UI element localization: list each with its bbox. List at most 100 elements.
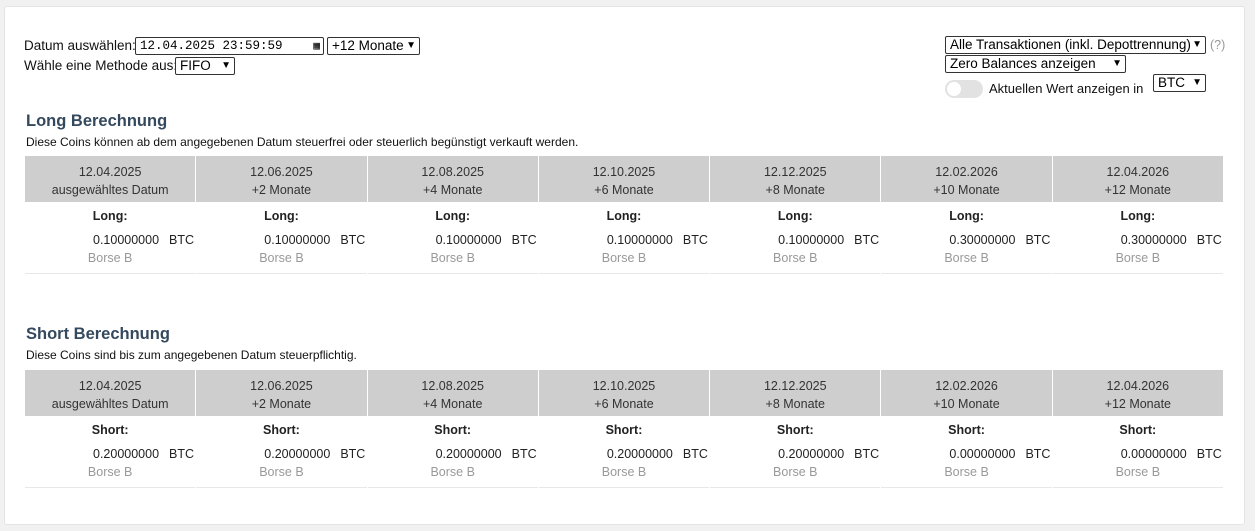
- short-cell: Short: 0.20000000 BTC Borse B: [367, 416, 538, 488]
- short-label: Short:: [776, 423, 814, 437]
- column-date: 12.08.2025: [421, 379, 484, 393]
- long-amount: 0.10000000 BTC: [264, 233, 365, 247]
- amount-unit: BTC: [682, 447, 708, 461]
- column-header: 12.04.2026 +12 Monate: [1053, 370, 1223, 416]
- chevron-down-icon: ▼: [406, 40, 416, 51]
- column-header: 12.12.2025 +8 Monate: [710, 370, 882, 416]
- amount-unit: BTC: [1196, 233, 1222, 247]
- column-offset: +6 Monate: [594, 183, 654, 197]
- amount-value: 0.10000000: [93, 233, 160, 247]
- short-cell: Short: 0.20000000 BTC Borse B: [25, 416, 196, 488]
- long-table-row: Long: 0.10000000 BTC Borse B Long: 0.10000000…: [25, 202, 1223, 274]
- short-cell: Short: 0.20000000 BTC Borse B: [196, 416, 367, 488]
- long-section-description: Diese Coins können ab dem angegebenen Da…: [26, 135, 579, 149]
- column-date: 12.06.2025: [250, 379, 313, 393]
- long-cell: Long: 0.10000000 BTC Borse B: [710, 202, 881, 274]
- long-cell: Long: 0.10000000 BTC Borse B: [25, 202, 196, 274]
- long-cell: Long: 0.10000000 BTC Borse B: [196, 202, 367, 274]
- long-table-header: 12.04.2025 ausgewähltes Datum 12.06.2025 +2…: [25, 156, 1223, 202]
- long-table: 12.04.2025 ausgewähltes Datum 12.06.2025 +2…: [25, 156, 1223, 274]
- long-label: Long:: [435, 209, 471, 223]
- exchange-name: Borse B: [773, 465, 818, 479]
- currency-select-value: BTC: [1158, 75, 1185, 90]
- amount-value: 0.20000000: [778, 447, 845, 461]
- amount-unit: BTC: [1196, 447, 1222, 461]
- exchange-name: Borse B: [430, 465, 475, 479]
- long-amount: 0.30000000 BTC: [949, 233, 1050, 247]
- short-table: 12.04.2025 ausgewähltes Datum 12.06.2025 +2…: [25, 370, 1223, 488]
- amount-value: 0.20000000: [93, 447, 160, 461]
- column-date: 12.04.2026: [1106, 379, 1170, 393]
- column-date: 12.02.2026: [935, 379, 998, 393]
- amount-value: 0.20000000: [606, 447, 673, 461]
- date-input-value: 12.04.2025 23:59:59: [140, 39, 283, 53]
- column-offset: +10 Monate: [933, 183, 1000, 197]
- amount-unit: BTC: [1025, 447, 1051, 461]
- column-offset: +6 Monate: [594, 397, 654, 411]
- amount-unit: BTC: [511, 233, 537, 247]
- column-date: 12.12.2025: [763, 379, 827, 393]
- short-label: Short:: [263, 423, 300, 437]
- short-amount: 0.00000000 BTC: [949, 447, 1050, 461]
- column-offset: +12 Monate: [1104, 183, 1172, 197]
- chevron-down-icon: ▼: [1112, 58, 1122, 69]
- column-offset: +8 Monate: [765, 397, 825, 411]
- help-icon[interactable]: (?): [1210, 38, 1225, 52]
- toggle-knob: [947, 82, 961, 96]
- date-input[interactable]: 12.04.2025 23:59:59 ▦: [135, 37, 324, 55]
- column-offset: +4 Monate: [422, 183, 483, 197]
- balances-select[interactable]: Zero Balances anzeigen ▼: [945, 55, 1126, 73]
- column-header: 12.06.2025 +2 Monate: [196, 156, 368, 202]
- column-offset: +12 Monate: [1104, 397, 1172, 411]
- column-offset: +8 Monate: [765, 183, 825, 197]
- amount-value: 0.10000000: [264, 233, 331, 247]
- range-select-value: +12 Monate: [332, 38, 404, 53]
- short-amount: 0.20000000 BTC: [436, 447, 537, 461]
- short-label: Short:: [605, 423, 643, 437]
- amount-value: 0.20000000: [264, 447, 331, 461]
- range-select[interactable]: +12 Monate ▼: [327, 37, 420, 55]
- short-amount: 0.20000000 BTC: [93, 447, 194, 461]
- column-header: 12.08.2025 +4 Monate: [368, 156, 539, 202]
- short-cell: Short: 0.00000000 BTC Borse B: [1052, 416, 1223, 488]
- amount-value: 0.10000000: [778, 233, 845, 247]
- amount-unit: BTC: [169, 233, 195, 247]
- amount-unit: BTC: [1025, 233, 1051, 247]
- amount-value: 0.00000000: [1120, 447, 1187, 461]
- amount-value: 0.30000000: [1120, 233, 1187, 247]
- column-offset: +2 Monate: [251, 183, 312, 197]
- column-offset: +4 Monate: [422, 397, 483, 411]
- currency-select[interactable]: BTC ▼: [1153, 74, 1206, 92]
- amount-unit: BTC: [340, 447, 366, 461]
- long-label: Long:: [92, 209, 128, 223]
- method-select-value: FIFO: [180, 58, 211, 73]
- calendar-icon[interactable]: ▦: [313, 39, 320, 54]
- column-header: 12.04.2025 ausgewähltes Datum: [25, 370, 197, 416]
- exchange-name: Borse B: [1115, 465, 1161, 479]
- amount-unit: BTC: [169, 447, 195, 461]
- short-cell: Short: 0.20000000 BTC Borse B: [710, 416, 881, 488]
- current-value-toggle[interactable]: [945, 80, 983, 98]
- long-amount: 0.10000000 BTC: [778, 233, 879, 247]
- long-label: Long:: [949, 209, 984, 223]
- column-header: 12.10.2025 +6 Monate: [539, 370, 711, 416]
- method-select[interactable]: FIFO ▼: [175, 57, 235, 75]
- long-cell: Long: 0.10000000 BTC Borse B: [538, 202, 710, 274]
- column-date: 12.08.2025: [421, 165, 484, 179]
- column-offset: +10 Monate: [933, 397, 1000, 411]
- long-label: Long:: [777, 209, 813, 223]
- chevron-down-icon: ▼: [221, 60, 231, 71]
- exchange-name: Borse B: [944, 465, 989, 479]
- short-cell: Short: 0.20000000 BTC Borse B: [538, 416, 710, 488]
- date-label: Datum auswählen:: [24, 38, 136, 53]
- transactions-select[interactable]: Alle Transaktionen (inkl. Depottrennung)…: [945, 36, 1206, 54]
- short-label: Short:: [91, 423, 129, 437]
- exchange-name: Borse B: [430, 251, 475, 265]
- transactions-select-value: Alle Transaktionen (inkl. Depottrennung): [950, 37, 1191, 52]
- short-amount: 0.00000000 BTC: [1121, 447, 1222, 461]
- exchange-name: Borse B: [1115, 251, 1161, 265]
- column-header: 12.10.2025 +6 Monate: [539, 156, 711, 202]
- exchange-name: Borse B: [87, 251, 133, 265]
- short-cell: Short: 0.00000000 BTC Borse B: [881, 416, 1052, 488]
- long-cell: Long: 0.30000000 BTC Borse B: [881, 202, 1052, 274]
